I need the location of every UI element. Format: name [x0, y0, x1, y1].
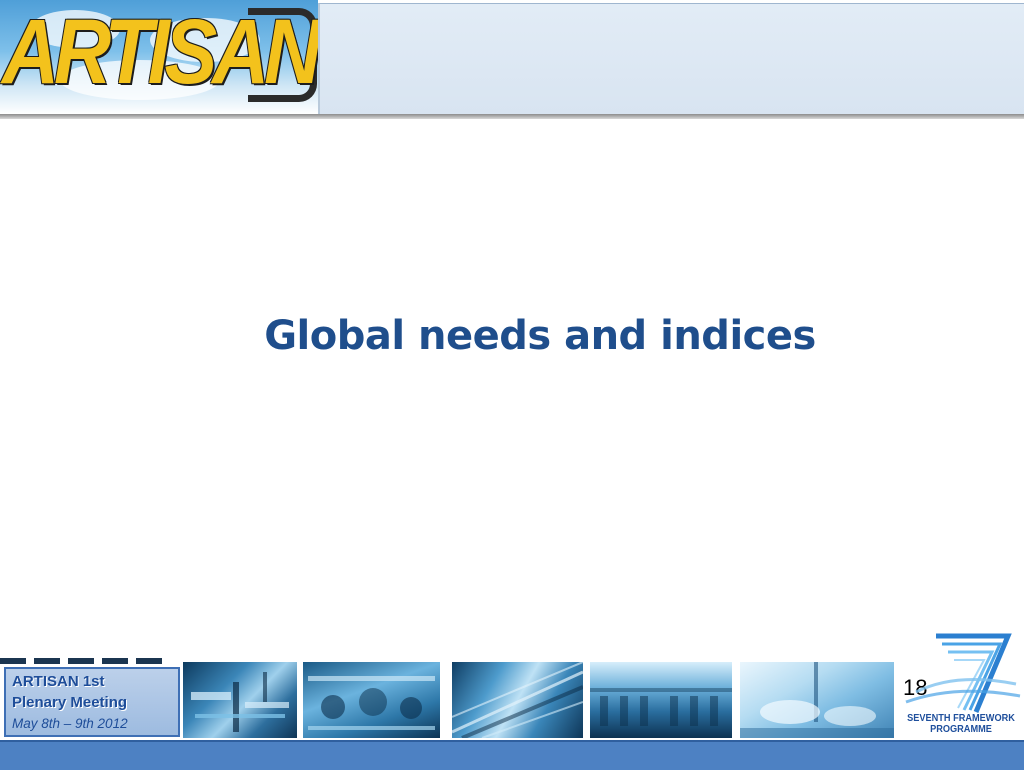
header-divider — [0, 114, 1024, 119]
factory-photo-2 — [303, 662, 440, 738]
meeting-dates: May 8th – 9th 2012 — [12, 716, 128, 731]
fp7-label-line2: PROGRAMME — [930, 724, 992, 735]
factory-photo-5 — [740, 662, 894, 738]
factory-photo-1 — [183, 662, 297, 738]
artisan-logo: ARTISAN — [0, 0, 318, 114]
meeting-name: ARTISAN 1st — [12, 673, 105, 690]
header-bar — [318, 3, 1024, 116]
meeting-info-box: ARTISAN 1st Plenary Meeting May 8th – 9t… — [4, 667, 180, 737]
factory-photo-4 — [590, 662, 732, 738]
logo-text: ARTISAN — [2, 1, 318, 103]
fp7-label: SEVENTH FRAMEWORK PROGRAMME — [903, 713, 1019, 735]
meeting-type: Plenary Meeting — [12, 694, 128, 711]
footer-cap-decoration — [0, 658, 170, 664]
bottom-bar — [0, 740, 1024, 770]
slide-title: Global needs and indices — [264, 313, 816, 359]
factory-photo-3 — [452, 662, 583, 738]
slide-header: ARTISAN — [0, 0, 1024, 119]
fp7-label-line1: SEVENTH FRAMEWORK — [907, 713, 1015, 724]
